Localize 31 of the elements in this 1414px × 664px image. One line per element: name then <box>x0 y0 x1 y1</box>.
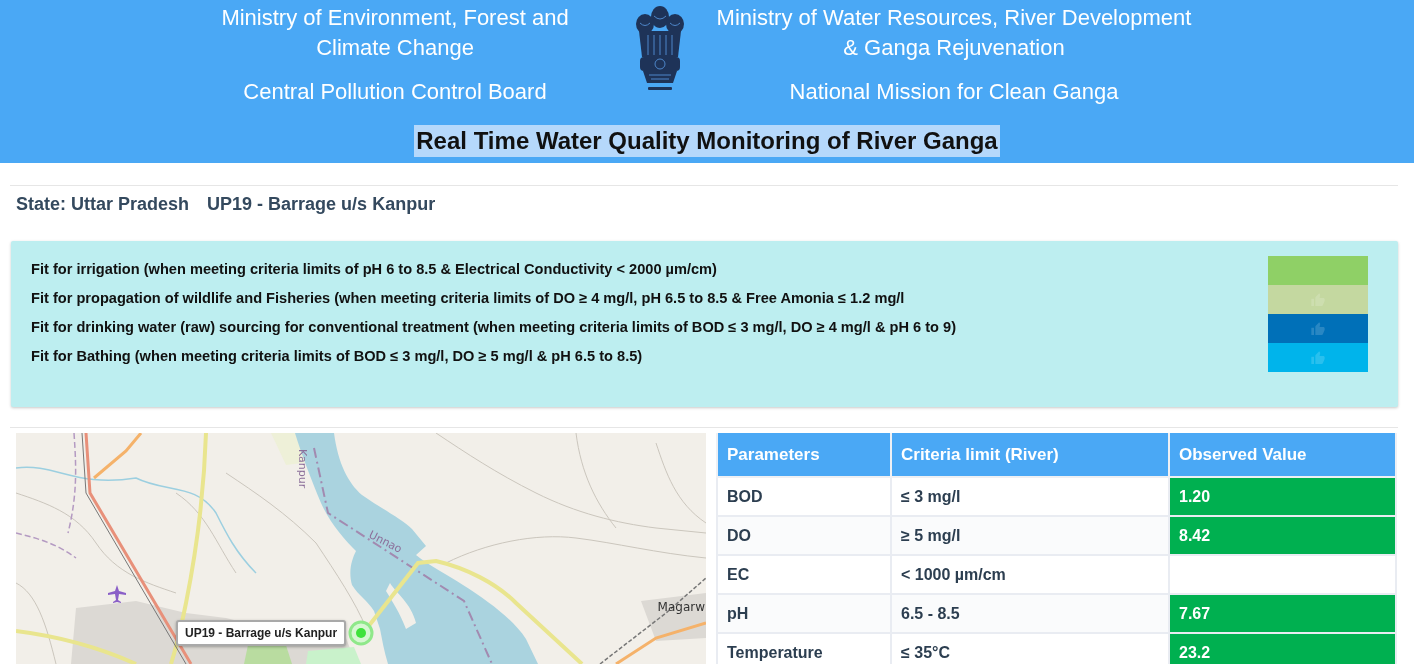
column-header: Observed Value <box>1169 433 1396 477</box>
legend-text: Fit for propagation of wildlife and Fisheries (when meeting criteria limits of DO ≥ 4 mg/l, pH 6.5 to 8.5 & Free Amonia ≤ 1.2 mg/l <box>31 289 906 308</box>
legend-text: Fit for drinking water (raw) sourcing for conventional treatment (when meeting criteria limits of BOD ≤ 3 mg/l, DO ≥ 4 mg/l & pH 6 to 9) <box>31 318 956 337</box>
thumbs-up-icon <box>1310 320 1326 337</box>
column-header: Parameters <box>717 433 891 477</box>
table-cell: 7.67 <box>1169 594 1396 633</box>
table-cell: DO <box>717 516 891 555</box>
table-cell: pH <box>717 594 891 633</box>
legend-text: Fit for Bathing (when meeting criteria limits of BOD ≤ 3 mg/l, DO ≥ 5 mg/l & pH 6.5 to 8.5) <box>31 347 644 366</box>
emblem-icon <box>633 5 686 93</box>
station-name: UP19 - Barrage u/s Kanpur <box>207 193 436 216</box>
state-label: State: Uttar Pradesh <box>16 193 190 216</box>
table-cell: 6.5 - 8.5 <box>891 594 1169 633</box>
table-cell: 1.20 <box>1169 477 1396 516</box>
marker-icon[interactable] <box>348 620 374 646</box>
map-tooltip: UP19 - Barrage u/s Kanpur <box>176 620 347 646</box>
agency-name: National Mission for Clean Ganga <box>788 78 1120 106</box>
table-cell: ≥ 5 mg/l <box>891 516 1169 555</box>
thumbs-up-icon <box>1310 349 1326 366</box>
table-cell: 8.42 <box>1169 516 1396 555</box>
ministry-name: Ministry of Water Resources, River Development & Ganga Rejuvenation <box>715 4 1193 62</box>
page-title: Real Time Water Quality Monitoring of River Ganga <box>414 125 1000 157</box>
airplane-icon <box>108 585 126 603</box>
column-header: Criteria limit (River) <box>891 433 1169 477</box>
place-label: Magarw <box>657 600 705 614</box>
table-cell: 23.2 <box>1169 633 1396 664</box>
ministry-name: Ministry of Environment, Forest and Climate Change <box>220 4 570 62</box>
place-label: Kanpur <box>296 449 309 489</box>
legend-text: Fit for irrigation (when meeting criteria limits of pH 6 to 8.5 & Electrical Conductivity < 2000 µm/cm) <box>31 260 718 279</box>
agency-name: Central Pollution Control Board <box>242 78 548 106</box>
table-cell: Temperature <box>717 633 891 664</box>
